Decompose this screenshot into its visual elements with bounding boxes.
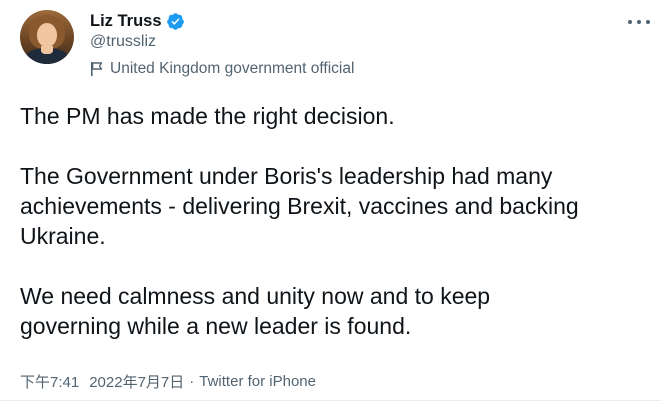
tweet-text: The PM has made the right decision. The … (20, 101, 650, 341)
tweet-card: Liz Truss @trussliz United Kingdom gover… (0, 0, 661, 401)
more-horizontal-icon-dot (637, 20, 641, 24)
avatar-face (37, 23, 57, 47)
author-display-name[interactable]: Liz Truss (90, 12, 162, 31)
tweet-line: The Government under Boris's leadership … (20, 163, 553, 189)
more-horizontal-icon (628, 20, 632, 24)
tweet-date[interactable]: 2022年7月7日 (89, 371, 184, 392)
more-horizontal-icon-dot (646, 20, 650, 24)
author-handle[interactable]: @trussliz (90, 33, 156, 51)
tweet-line: The PM has made the right decision. (20, 103, 395, 129)
more-options-button[interactable] (628, 14, 650, 30)
tweet-paragraph: The PM has made the right decision. (20, 101, 650, 131)
tweet-time[interactable]: 下午7:41 (20, 371, 79, 392)
verified-badge-icon (166, 12, 185, 31)
meta-separator: · (189, 373, 195, 390)
affiliation-label: United Kingdom government official (90, 58, 354, 80)
avatar-collar (41, 46, 53, 54)
tweet-line: governing while a new leader is found. (20, 313, 412, 339)
tweet-metadata: 下午7:41 2022年7月7日 · Twitter for iPhone (20, 371, 316, 392)
tweet-line: We need calmness and unity now and to ke… (20, 283, 491, 309)
tweet-line: achievements - delivering Brexit, vaccin… (20, 193, 579, 219)
tweet-line: Ukraine. (20, 223, 106, 249)
tweet-paragraph: The Government under Boris's leadership … (20, 161, 650, 251)
author-name-row: Liz Truss (90, 10, 185, 32)
tweet-source[interactable]: Twitter for iPhone (199, 373, 316, 390)
affiliation-text: United Kingdom government official (110, 60, 355, 77)
tweet-paragraph: We need calmness and unity now and to ke… (20, 281, 650, 341)
flag-icon (90, 61, 104, 77)
avatar[interactable] (20, 10, 74, 64)
